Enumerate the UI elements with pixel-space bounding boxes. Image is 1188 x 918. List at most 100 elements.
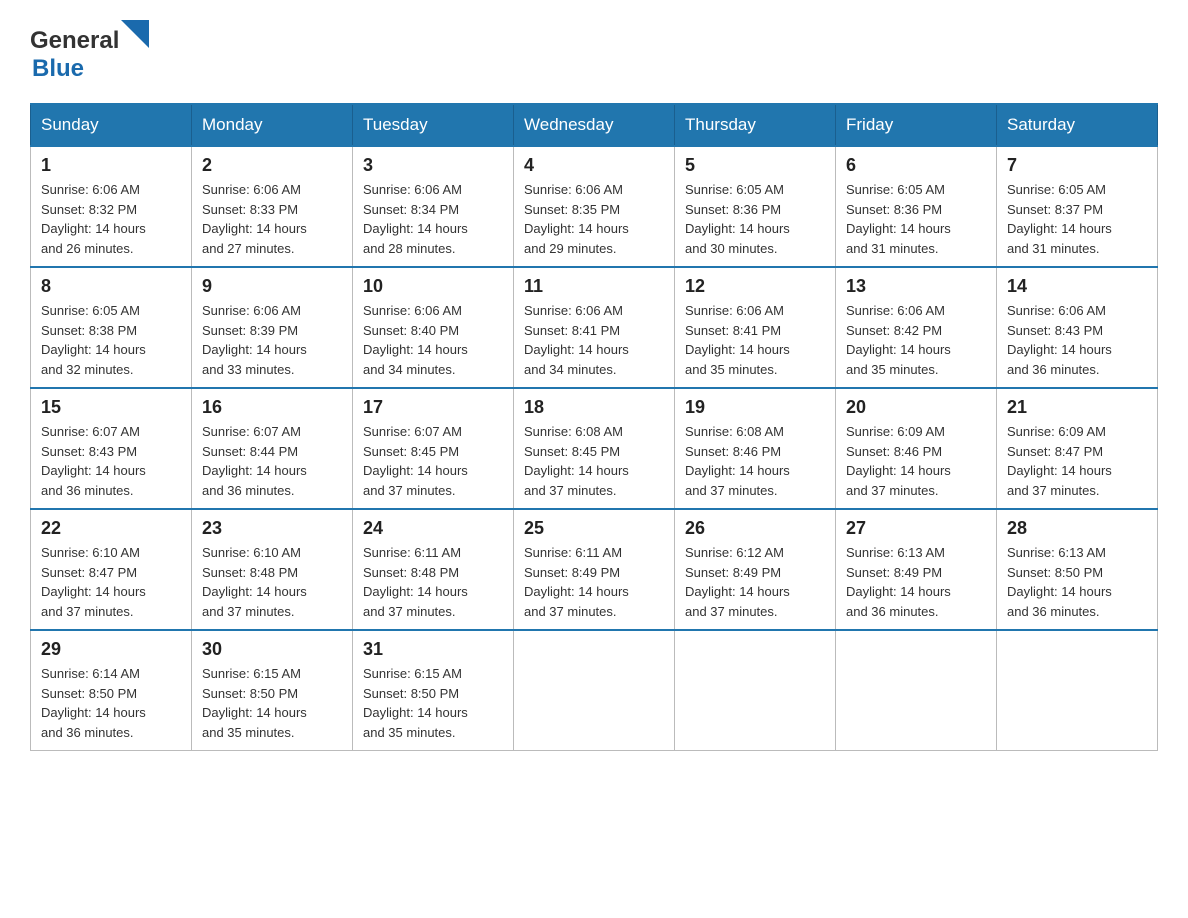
week-row-4: 22 Sunrise: 6:10 AMSunset: 8:47 PMDaylig… — [31, 509, 1158, 630]
day-cell — [836, 630, 997, 751]
day-number: 29 — [41, 639, 181, 660]
day-info: Sunrise: 6:06 AMSunset: 8:42 PMDaylight:… — [846, 301, 986, 379]
day-cell — [997, 630, 1158, 751]
logo-text: General Blue — [30, 20, 149, 83]
day-number: 30 — [202, 639, 342, 660]
day-cell: 23 Sunrise: 6:10 AMSunset: 8:48 PMDaylig… — [192, 509, 353, 630]
day-cell: 18 Sunrise: 6:08 AMSunset: 8:45 PMDaylig… — [514, 388, 675, 509]
day-info: Sunrise: 6:06 AMSunset: 8:41 PMDaylight:… — [524, 301, 664, 379]
day-cell: 12 Sunrise: 6:06 AMSunset: 8:41 PMDaylig… — [675, 267, 836, 388]
header-monday: Monday — [192, 104, 353, 146]
day-info: Sunrise: 6:13 AMSunset: 8:49 PMDaylight:… — [846, 543, 986, 621]
calendar-table: SundayMondayTuesdayWednesdayThursdayFrid… — [30, 103, 1158, 751]
day-cell: 5 Sunrise: 6:05 AMSunset: 8:36 PMDayligh… — [675, 146, 836, 267]
day-number: 31 — [363, 639, 503, 660]
day-info: Sunrise: 6:13 AMSunset: 8:50 PMDaylight:… — [1007, 543, 1147, 621]
day-info: Sunrise: 6:05 AMSunset: 8:37 PMDaylight:… — [1007, 180, 1147, 258]
day-cell: 15 Sunrise: 6:07 AMSunset: 8:43 PMDaylig… — [31, 388, 192, 509]
day-number: 23 — [202, 518, 342, 539]
day-number: 21 — [1007, 397, 1147, 418]
day-cell: 26 Sunrise: 6:12 AMSunset: 8:49 PMDaylig… — [675, 509, 836, 630]
day-info: Sunrise: 6:07 AMSunset: 8:43 PMDaylight:… — [41, 422, 181, 500]
logo-blue: Blue — [32, 55, 84, 82]
day-cell: 21 Sunrise: 6:09 AMSunset: 8:47 PMDaylig… — [997, 388, 1158, 509]
day-info: Sunrise: 6:06 AMSunset: 8:32 PMDaylight:… — [41, 180, 181, 258]
day-number: 2 — [202, 155, 342, 176]
day-info: Sunrise: 6:09 AMSunset: 8:47 PMDaylight:… — [1007, 422, 1147, 500]
day-info: Sunrise: 6:06 AMSunset: 8:34 PMDaylight:… — [363, 180, 503, 258]
day-cell — [514, 630, 675, 751]
day-cell: 16 Sunrise: 6:07 AMSunset: 8:44 PMDaylig… — [192, 388, 353, 509]
day-cell: 6 Sunrise: 6:05 AMSunset: 8:36 PMDayligh… — [836, 146, 997, 267]
calendar-header-row: SundayMondayTuesdayWednesdayThursdayFrid… — [31, 104, 1158, 146]
day-cell: 4 Sunrise: 6:06 AMSunset: 8:35 PMDayligh… — [514, 146, 675, 267]
day-number: 26 — [685, 518, 825, 539]
header-wednesday: Wednesday — [514, 104, 675, 146]
header-sunday: Sunday — [31, 104, 192, 146]
day-info: Sunrise: 6:06 AMSunset: 8:40 PMDaylight:… — [363, 301, 503, 379]
day-info: Sunrise: 6:12 AMSunset: 8:49 PMDaylight:… — [685, 543, 825, 621]
day-cell: 8 Sunrise: 6:05 AMSunset: 8:38 PMDayligh… — [31, 267, 192, 388]
page-header: General Blue — [30, 20, 1158, 83]
week-row-3: 15 Sunrise: 6:07 AMSunset: 8:43 PMDaylig… — [31, 388, 1158, 509]
day-info: Sunrise: 6:07 AMSunset: 8:44 PMDaylight:… — [202, 422, 342, 500]
day-cell: 22 Sunrise: 6:10 AMSunset: 8:47 PMDaylig… — [31, 509, 192, 630]
day-number: 8 — [41, 276, 181, 297]
day-number: 14 — [1007, 276, 1147, 297]
day-cell: 7 Sunrise: 6:05 AMSunset: 8:37 PMDayligh… — [997, 146, 1158, 267]
day-cell: 25 Sunrise: 6:11 AMSunset: 8:49 PMDaylig… — [514, 509, 675, 630]
day-cell: 13 Sunrise: 6:06 AMSunset: 8:42 PMDaylig… — [836, 267, 997, 388]
header-saturday: Saturday — [997, 104, 1158, 146]
logo-general: General — [30, 27, 119, 54]
day-cell: 27 Sunrise: 6:13 AMSunset: 8:49 PMDaylig… — [836, 509, 997, 630]
day-number: 18 — [524, 397, 664, 418]
day-info: Sunrise: 6:06 AMSunset: 8:33 PMDaylight:… — [202, 180, 342, 258]
day-cell: 17 Sunrise: 6:07 AMSunset: 8:45 PMDaylig… — [353, 388, 514, 509]
day-cell: 31 Sunrise: 6:15 AMSunset: 8:50 PMDaylig… — [353, 630, 514, 751]
week-row-2: 8 Sunrise: 6:05 AMSunset: 8:38 PMDayligh… — [31, 267, 1158, 388]
day-cell: 28 Sunrise: 6:13 AMSunset: 8:50 PMDaylig… — [997, 509, 1158, 630]
day-cell: 14 Sunrise: 6:06 AMSunset: 8:43 PMDaylig… — [997, 267, 1158, 388]
day-info: Sunrise: 6:11 AMSunset: 8:49 PMDaylight:… — [524, 543, 664, 621]
day-info: Sunrise: 6:05 AMSunset: 8:36 PMDaylight:… — [685, 180, 825, 258]
day-info: Sunrise: 6:15 AMSunset: 8:50 PMDaylight:… — [202, 664, 342, 742]
day-info: Sunrise: 6:06 AMSunset: 8:39 PMDaylight:… — [202, 301, 342, 379]
day-number: 6 — [846, 155, 986, 176]
day-number: 27 — [846, 518, 986, 539]
day-cell: 29 Sunrise: 6:14 AMSunset: 8:50 PMDaylig… — [31, 630, 192, 751]
logo[interactable]: General Blue — [30, 20, 149, 83]
day-info: Sunrise: 6:06 AMSunset: 8:35 PMDaylight:… — [524, 180, 664, 258]
day-number: 3 — [363, 155, 503, 176]
day-number: 19 — [685, 397, 825, 418]
header-tuesday: Tuesday — [353, 104, 514, 146]
week-row-1: 1 Sunrise: 6:06 AMSunset: 8:32 PMDayligh… — [31, 146, 1158, 267]
day-number: 10 — [363, 276, 503, 297]
day-cell: 1 Sunrise: 6:06 AMSunset: 8:32 PMDayligh… — [31, 146, 192, 267]
day-cell: 10 Sunrise: 6:06 AMSunset: 8:40 PMDaylig… — [353, 267, 514, 388]
day-cell: 24 Sunrise: 6:11 AMSunset: 8:48 PMDaylig… — [353, 509, 514, 630]
logo-triangle-icon — [121, 20, 149, 48]
day-info: Sunrise: 6:06 AMSunset: 8:41 PMDaylight:… — [685, 301, 825, 379]
day-number: 16 — [202, 397, 342, 418]
day-number: 1 — [41, 155, 181, 176]
day-info: Sunrise: 6:05 AMSunset: 8:36 PMDaylight:… — [846, 180, 986, 258]
day-info: Sunrise: 6:14 AMSunset: 8:50 PMDaylight:… — [41, 664, 181, 742]
week-row-5: 29 Sunrise: 6:14 AMSunset: 8:50 PMDaylig… — [31, 630, 1158, 751]
day-info: Sunrise: 6:10 AMSunset: 8:47 PMDaylight:… — [41, 543, 181, 621]
day-number: 11 — [524, 276, 664, 297]
header-thursday: Thursday — [675, 104, 836, 146]
day-cell: 19 Sunrise: 6:08 AMSunset: 8:46 PMDaylig… — [675, 388, 836, 509]
day-info: Sunrise: 6:07 AMSunset: 8:45 PMDaylight:… — [363, 422, 503, 500]
day-number: 15 — [41, 397, 181, 418]
day-cell: 9 Sunrise: 6:06 AMSunset: 8:39 PMDayligh… — [192, 267, 353, 388]
day-info: Sunrise: 6:15 AMSunset: 8:50 PMDaylight:… — [363, 664, 503, 742]
day-cell: 30 Sunrise: 6:15 AMSunset: 8:50 PMDaylig… — [192, 630, 353, 751]
day-info: Sunrise: 6:11 AMSunset: 8:48 PMDaylight:… — [363, 543, 503, 621]
day-info: Sunrise: 6:09 AMSunset: 8:46 PMDaylight:… — [846, 422, 986, 500]
day-cell: 3 Sunrise: 6:06 AMSunset: 8:34 PMDayligh… — [353, 146, 514, 267]
day-info: Sunrise: 6:10 AMSunset: 8:48 PMDaylight:… — [202, 543, 342, 621]
day-number: 12 — [685, 276, 825, 297]
day-number: 17 — [363, 397, 503, 418]
day-number: 4 — [524, 155, 664, 176]
day-cell: 2 Sunrise: 6:06 AMSunset: 8:33 PMDayligh… — [192, 146, 353, 267]
